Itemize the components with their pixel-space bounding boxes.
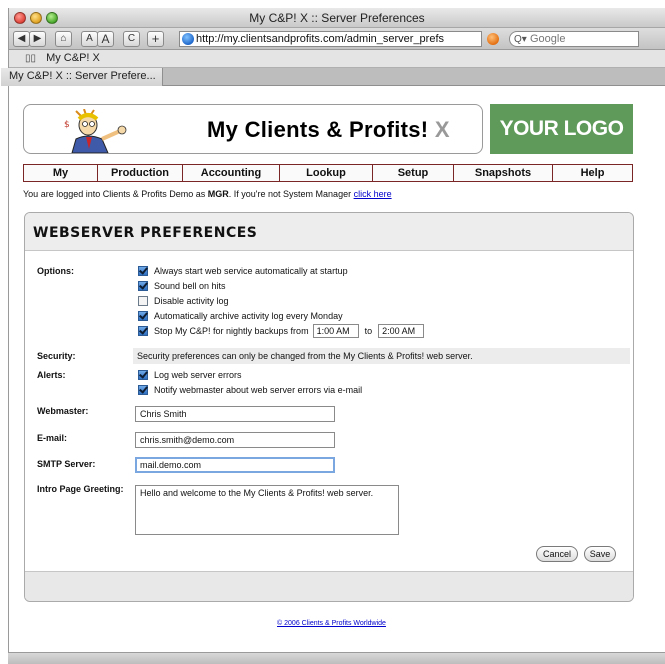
auto-start-label: Always start web service automatically a… bbox=[154, 266, 348, 276]
nav-item-my[interactable]: My bbox=[24, 165, 98, 181]
login-middle: . If you're not System Manager bbox=[228, 189, 352, 199]
main-nav: My Production Accounting Lookup Setup Sn… bbox=[23, 164, 633, 182]
log-errors-label: Log web server errors bbox=[154, 370, 242, 380]
security-note: Security preferences can only be changed… bbox=[133, 348, 630, 364]
rss-icon[interactable] bbox=[487, 33, 499, 45]
archive-log-checkbox[interactable] bbox=[138, 311, 148, 321]
search-input[interactable]: Q▾ Google bbox=[509, 31, 639, 47]
backup-to-input[interactable]: 2:00 AM bbox=[378, 324, 425, 338]
webmaster-label: Webmaster: bbox=[37, 406, 89, 416]
mascot-illustration: $ bbox=[64, 109, 127, 153]
brand-banner: $ My Clients & Profits! X bbox=[23, 104, 483, 154]
nav-item-production[interactable]: Production bbox=[98, 165, 183, 181]
cancel-button[interactable]: Cancel bbox=[536, 546, 578, 562]
brand-title: My Clients & Profits! X bbox=[207, 117, 450, 143]
disable-log-checkbox[interactable] bbox=[138, 296, 148, 306]
home-button[interactable]: ⌂ bbox=[55, 31, 72, 47]
tab-bar: My C&P! X :: Server Prefere... bbox=[1, 68, 665, 86]
option-disable-log[interactable]: Disable activity log bbox=[138, 295, 229, 307]
smtp-server-field[interactable]: mail.demo.com bbox=[135, 457, 335, 473]
log-errors-checkbox[interactable] bbox=[138, 370, 148, 380]
security-label: Security: bbox=[37, 351, 76, 361]
backup-to-label: to bbox=[364, 326, 373, 336]
brand-name: My Clients & Profits! bbox=[207, 117, 429, 142]
option-nightly-backup[interactable]: Stop My C&P! for nightly backups from 1:… bbox=[138, 324, 425, 338]
option-archive-log[interactable]: Automatically archive activity log every… bbox=[138, 310, 343, 322]
email-label: E-mail: bbox=[37, 433, 68, 443]
logo-placeholder: YOUR LOGO HERE bbox=[490, 104, 633, 190]
add-bookmark-button[interactable]: + bbox=[147, 31, 164, 47]
save-button[interactable]: Save bbox=[584, 546, 616, 562]
nav-item-help[interactable]: Help bbox=[553, 165, 632, 181]
search-icon: Q▾ bbox=[514, 34, 527, 45]
back-button[interactable]: ◀ bbox=[13, 31, 30, 47]
nav-item-setup[interactable]: Setup bbox=[373, 165, 454, 181]
login-prefix: You are logged into Clients & Profits De… bbox=[23, 189, 206, 199]
page-footer: © 2006 Clients & Profits Worldwide bbox=[20, 620, 643, 627]
panel-footer bbox=[25, 571, 633, 601]
window-controls bbox=[14, 12, 58, 24]
nav-item-snapshots[interactable]: Snapshots bbox=[454, 165, 553, 181]
book-icon[interactable]: ▯▯ bbox=[25, 50, 37, 67]
smtp-label: SMTP Server: bbox=[37, 459, 96, 469]
sound-bell-label: Sound bell on hits bbox=[154, 281, 226, 291]
login-user: MGR bbox=[207, 189, 229, 199]
archive-log-label: Automatically archive activity log every… bbox=[154, 311, 343, 321]
alert-notify-webmaster[interactable]: Notify webmaster about web server errors… bbox=[138, 384, 362, 396]
nav-item-lookup[interactable]: Lookup bbox=[280, 165, 373, 181]
backup-from-input[interactable]: 1:00 AM bbox=[312, 324, 359, 338]
tab-active[interactable]: My C&P! X :: Server Prefere... bbox=[1, 68, 163, 86]
switch-user-link[interactable]: click here bbox=[354, 189, 392, 199]
forward-button[interactable]: ▶ bbox=[29, 31, 46, 47]
bookmark-item[interactable]: My C&P! X bbox=[46, 52, 100, 64]
option-sound-bell[interactable]: Sound bell on hits bbox=[138, 280, 226, 292]
text-smaller-button[interactable]: A bbox=[81, 31, 98, 47]
search-placeholder: Google bbox=[530, 33, 566, 45]
zoom-window-button[interactable] bbox=[46, 12, 58, 24]
title-bar: My C&P! X :: Server Preferences bbox=[9, 8, 665, 28]
greeting-label: Intro Page Greeting: bbox=[37, 484, 124, 494]
page-header: $ My Clients & Profits! X YOUR LOGO HERE bbox=[20, 104, 643, 190]
brand-suffix: X bbox=[434, 117, 450, 142]
disable-log-label: Disable activity log bbox=[154, 296, 229, 306]
text-larger-button[interactable]: A bbox=[97, 31, 114, 47]
nav-item-accounting[interactable]: Accounting bbox=[183, 165, 280, 181]
close-window-button[interactable] bbox=[14, 12, 26, 24]
notify-webmaster-checkbox[interactable] bbox=[138, 385, 148, 395]
reload-button[interactable]: C bbox=[123, 31, 140, 47]
browser-toolbar: ◀ ▶ ⌂ A A C + http://my.clientsandprofit… bbox=[9, 28, 665, 50]
bookmarks-bar: ▯▯ My C&P! X bbox=[9, 50, 665, 68]
sound-bell-checkbox[interactable] bbox=[138, 281, 148, 291]
copyright-link[interactable]: © 2006 Clients & Profits Worldwide bbox=[277, 620, 386, 627]
greeting-textarea[interactable]: Hello and welcome to the My Clients & Pr… bbox=[135, 485, 399, 535]
window-title: My C&P! X :: Server Preferences bbox=[249, 11, 425, 25]
login-status: You are logged into Clients & Profits De… bbox=[23, 189, 392, 199]
address-url: http://my.clientsandprofits.com/admin_se… bbox=[196, 33, 445, 45]
auto-start-checkbox[interactable] bbox=[138, 266, 148, 276]
address-bar[interactable]: http://my.clientsandprofits.com/admin_se… bbox=[179, 31, 482, 47]
panel-title: WEBSERVER PREFERENCES bbox=[25, 213, 633, 251]
notify-webmaster-label: Notify webmaster about web server errors… bbox=[154, 385, 363, 395]
option-auto-start[interactable]: Always start web service automatically a… bbox=[138, 265, 348, 277]
alerts-label: Alerts: bbox=[37, 370, 66, 380]
email-field[interactable]: chris.smith@demo.com bbox=[135, 432, 335, 448]
nightly-backup-label: Stop My C&P! for nightly backups from bbox=[154, 326, 309, 336]
globe-icon bbox=[182, 33, 194, 45]
status-bar bbox=[8, 652, 665, 664]
webserver-preferences-panel: WEBSERVER PREFERENCES Options: Always st… bbox=[24, 212, 634, 602]
webmaster-field[interactable]: Chris Smith bbox=[135, 406, 335, 422]
nightly-backup-checkbox[interactable] bbox=[138, 326, 148, 336]
alert-log-errors[interactable]: Log web server errors bbox=[138, 369, 242, 381]
page-content: $ My Clients & Profits! X YOUR LOGO HERE… bbox=[20, 104, 643, 627]
svg-text:$: $ bbox=[64, 120, 70, 130]
options-label: Options: bbox=[37, 266, 74, 276]
minimize-window-button[interactable] bbox=[30, 12, 42, 24]
